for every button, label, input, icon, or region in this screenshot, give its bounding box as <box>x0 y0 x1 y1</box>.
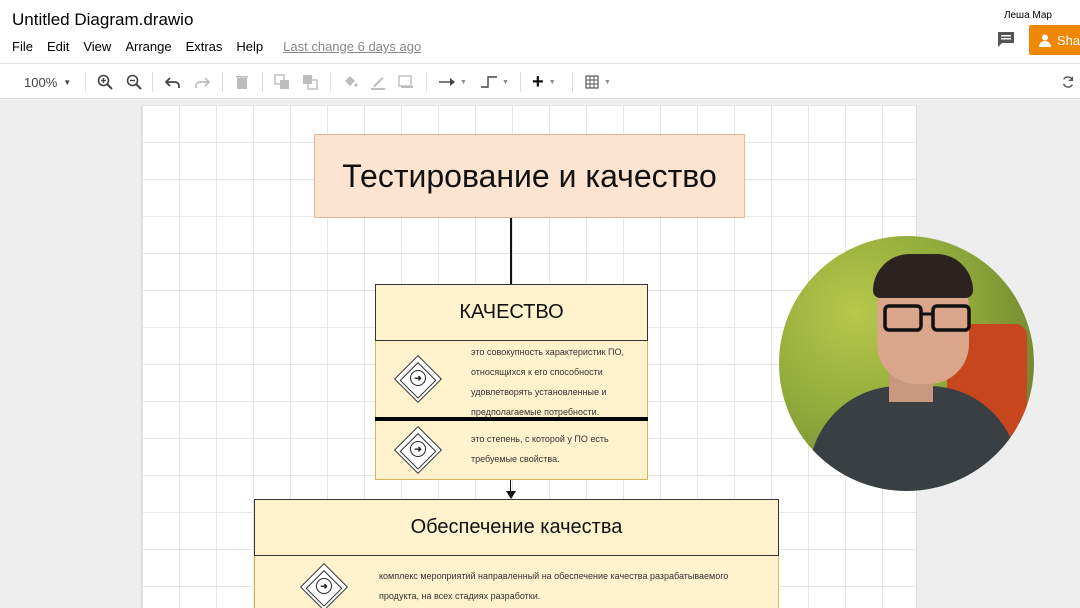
chevron-down-icon: ▼ <box>63 77 72 87</box>
menu-extras[interactable]: Extras <box>186 39 223 54</box>
definition-text: это степень, с которой у ПО есть требуем… <box>471 429 646 469</box>
glasses-icon <box>883 304 971 332</box>
sync-icon[interactable] <box>1061 72 1075 92</box>
line-color-icon[interactable] <box>370 72 386 92</box>
app-header: Untitled Diagram.drawio File Edit View A… <box>0 0 1080 63</box>
arrow-circle-icon: ➜ <box>410 370 426 386</box>
definition-text: комплекс мероприятий направленный на обе… <box>379 566 779 606</box>
user-name: Леша Мар <box>1003 10 1052 21</box>
redo-icon[interactable] <box>194 72 210 92</box>
menu-help[interactable]: Help <box>236 39 263 54</box>
shadow-icon[interactable] <box>398 72 414 92</box>
assurance-heading-shape[interactable]: Обеспечение качества <box>254 499 779 556</box>
comment-icon[interactable] <box>996 30 1016 48</box>
text-line: продукта, на всех стадиях разработки. <box>379 591 541 601</box>
text-line: удовлетворять установленные и <box>471 387 607 397</box>
waypoints-icon <box>481 76 497 88</box>
chevron-down-icon: ▼ <box>460 78 467 86</box>
zoom-value: 100% <box>24 74 58 90</box>
menu-bar: File Edit View Arrange Extras Help Last … <box>12 39 421 54</box>
to-back-icon[interactable] <box>302 72 318 92</box>
waypoints-select[interactable]: ▼ <box>480 72 509 92</box>
insert-select[interactable]: + ▼ <box>532 70 556 93</box>
zoom-in-icon[interactable] <box>97 72 113 92</box>
menu-view[interactable]: View <box>83 39 111 54</box>
fill-color-icon[interactable] <box>342 72 358 92</box>
text-line: это совокупность характеристик ПО, <box>471 347 624 357</box>
presenter-hair <box>873 254 973 298</box>
document-title[interactable]: Untitled Diagram.drawio <box>12 10 193 30</box>
arrow-circle-icon: ➜ <box>316 578 332 594</box>
text-line: относящихся к его способности <box>471 367 603 377</box>
quality-definition-row-1[interactable]: ➜ это совокупность характеристик ПО, отн… <box>375 341 648 418</box>
text-line: комплекс мероприятий направленный на обе… <box>379 571 729 581</box>
zoom-select[interactable]: 100% ▼ <box>24 72 71 92</box>
to-front-icon[interactable] <box>274 72 290 92</box>
arrowhead-icon <box>506 491 516 499</box>
table-icon <box>585 75 599 89</box>
menu-file[interactable]: File <box>12 39 33 54</box>
definition-text: это совокупность характеристик ПО, относ… <box>471 342 646 422</box>
menu-arrange[interactable]: Arrange <box>125 39 171 54</box>
text-line: требуемые свойства. <box>471 454 560 464</box>
title-shape[interactable]: Тестирование и качество <box>314 134 745 218</box>
arrow-right-icon <box>439 78 455 86</box>
connector-line[interactable] <box>510 218 512 284</box>
delete-icon[interactable] <box>234 72 250 92</box>
arrow-circle-icon: ➜ <box>410 441 426 457</box>
text-line: это степень, с которой у ПО есть <box>471 434 609 444</box>
quality-definition-row-2[interactable]: ➜ это степень, с которой у ПО есть требу… <box>375 421 648 480</box>
quality-heading-shape[interactable]: КАЧЕСТВО <box>375 284 648 341</box>
table-select[interactable]: ▼ <box>585 72 611 92</box>
chevron-down-icon: ▼ <box>548 78 556 86</box>
undo-icon[interactable] <box>165 72 181 92</box>
last-change-link[interactable]: Last change 6 days ago <box>283 39 421 54</box>
plus-icon: + <box>532 70 544 93</box>
share-button[interactable]: Sha <box>1029 25 1080 55</box>
share-label: Sha <box>1057 32 1080 48</box>
user-icon <box>1039 34 1051 47</box>
chevron-down-icon: ▼ <box>502 78 509 86</box>
chevron-down-icon: ▼ <box>604 78 611 86</box>
webcam-overlay <box>779 236 1034 491</box>
connection-style-select[interactable]: ▼ <box>438 72 467 92</box>
menu-edit[interactable]: Edit <box>47 39 69 54</box>
toolbar: 100% ▼ ▼ ▼ + ▼ ▼ <box>0 63 1080 99</box>
zoom-out-icon[interactable] <box>126 72 142 92</box>
assurance-definition-row[interactable]: ➜ комплекс мероприятий направленный на о… <box>254 556 779 608</box>
